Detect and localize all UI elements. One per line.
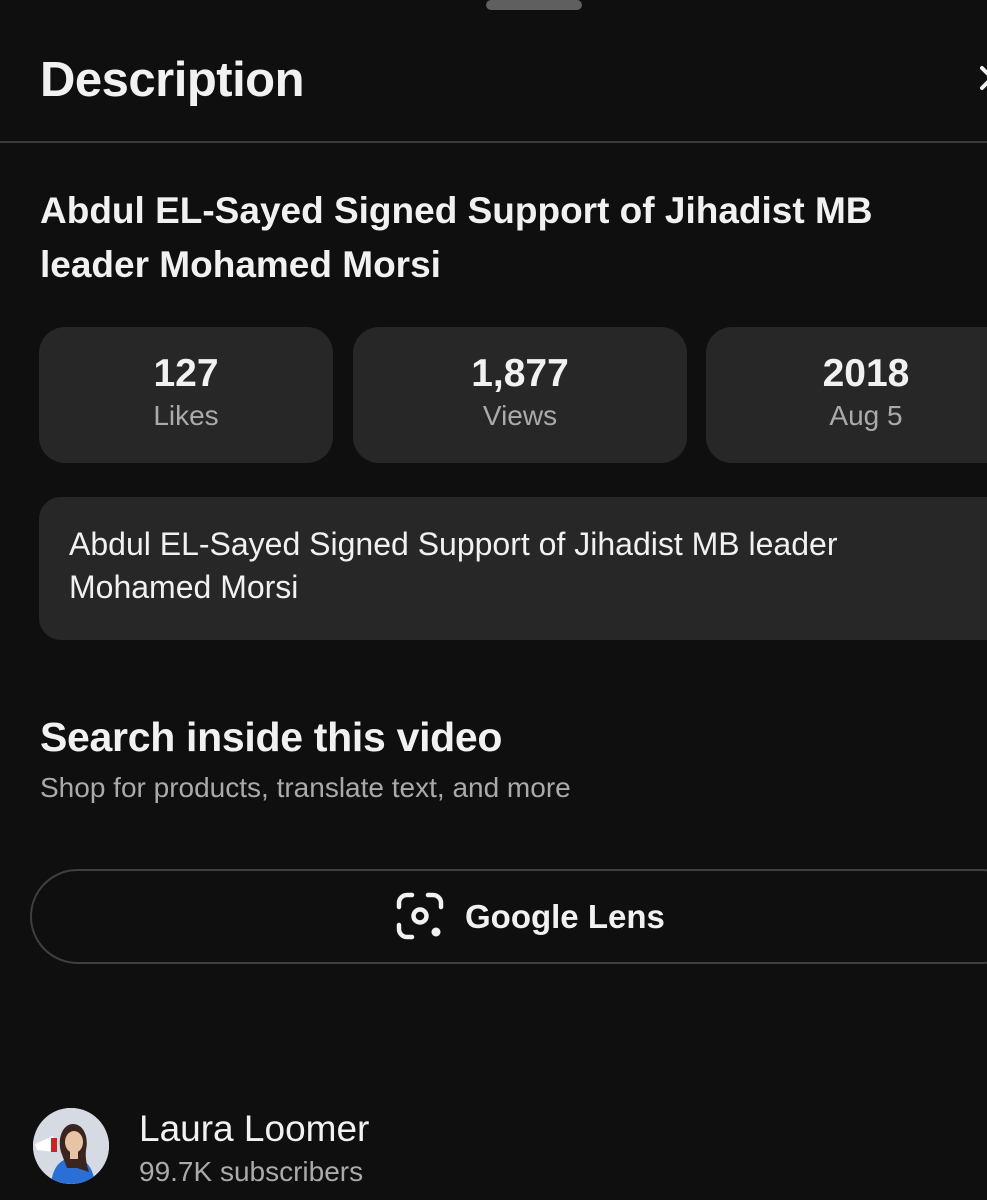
divider xyxy=(0,141,987,143)
upload-year: 2018 xyxy=(822,352,910,395)
search-section-title: Search inside this video xyxy=(40,714,503,760)
date-stat: 2018 Aug 5 xyxy=(706,327,987,463)
panel-title: Description xyxy=(40,53,305,107)
channel-avatar[interactable] xyxy=(33,1108,109,1184)
views-count: 1,877 xyxy=(471,352,569,395)
description-text: Abdul EL-Sayed Signed Support of Jihadis… xyxy=(69,526,838,605)
google-lens-label: Google Lens xyxy=(465,898,665,935)
likes-label: Likes xyxy=(153,400,219,431)
views-stat: 1,877 Views xyxy=(353,327,687,463)
likes-stat: 127 Likes xyxy=(39,327,333,463)
upload-day: Aug 5 xyxy=(829,400,903,431)
channel-name[interactable]: Laura Loomer xyxy=(139,1108,369,1150)
description-box: Abdul EL-Sayed Signed Support of Jihadis… xyxy=(39,497,987,640)
close-icon[interactable] xyxy=(968,58,987,98)
views-label: Views xyxy=(482,400,558,431)
video-title: Abdul EL-Sayed Signed Support of Jihadis… xyxy=(40,190,873,285)
drag-handle[interactable] xyxy=(486,0,582,10)
likes-count: 127 xyxy=(153,352,219,395)
subscriber-count: 99.7K subscribers xyxy=(139,1156,364,1187)
google-lens-icon xyxy=(396,892,444,940)
avatar-image xyxy=(33,1108,109,1184)
search-section-subtitle: Shop for products, translate text, and m… xyxy=(40,772,571,803)
